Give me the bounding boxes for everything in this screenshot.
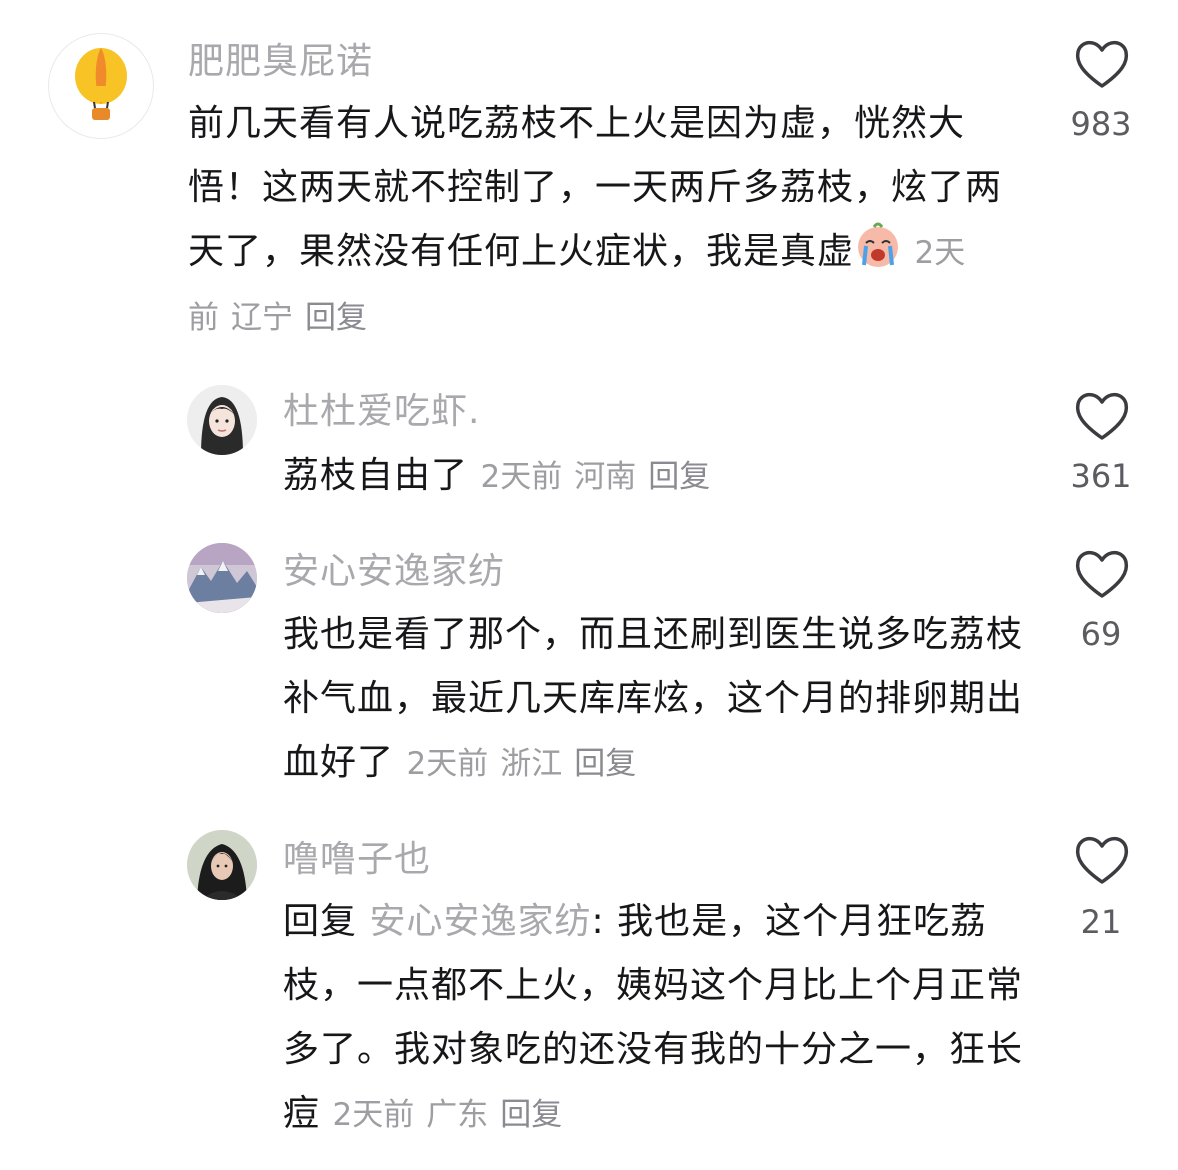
comment-meta: 2天前 浙江 回复 xyxy=(406,746,648,782)
comment-location: 辽宁 xyxy=(231,300,293,336)
heart-icon[interactable] xyxy=(1072,388,1132,444)
reply-button[interactable]: 回复 xyxy=(648,459,710,495)
avatar[interactable] xyxy=(187,830,257,900)
username[interactable]: 杜杜爱吃虾. xyxy=(283,392,480,432)
comment-time: 2天前 xyxy=(332,1097,415,1133)
reply-button[interactable]: 回复 xyxy=(574,746,636,782)
avatar[interactable] xyxy=(187,543,257,613)
heart-icon[interactable] xyxy=(1072,36,1132,92)
like-count: 361 xyxy=(1070,457,1132,495)
comment-text-block: 回复 安心安逸家纺: 我也是，这个月狂吃荔枝，一点都不上火，姨妈这个月比上个月正… xyxy=(283,890,1023,1147)
comment-location: 浙江 xyxy=(500,746,563,782)
comment-text-block: 前几天看有人说吃荔枝不上火是因为虚，恍然大悟！这两天就不控制了，一天两斤多荔枝，… xyxy=(188,92,1008,350)
username[interactable]: 安心安逸家纺 xyxy=(283,552,505,592)
crying-face-emoji xyxy=(858,222,899,267)
comment-text-block: 荔枝自由了 2天前 河南 回复 xyxy=(283,444,1043,509)
comment-meta: 2天前 河南 回复 xyxy=(480,459,722,495)
like-count: 983 xyxy=(1070,105,1132,143)
woman-portrait-avatar xyxy=(187,830,257,900)
reply-colon: : xyxy=(591,901,605,942)
reply-prefix: 回复 xyxy=(283,901,358,942)
reply-button[interactable]: 回复 xyxy=(500,1097,562,1133)
comment-text: 荔枝自由了 xyxy=(283,455,469,496)
comment-meta: 2天前 广东 回复 xyxy=(332,1097,574,1133)
avatar[interactable] xyxy=(187,385,257,455)
heart-icon[interactable] xyxy=(1072,832,1132,888)
comment-text-block: 我也是看了那个，而且还刷到医生说多吃荔枝补气血，最近几天库库炫，这个月的排卵期出… xyxy=(283,603,1023,796)
like-count: 69 xyxy=(1080,615,1122,653)
hot-air-balloon-icon xyxy=(75,48,127,120)
reply-button[interactable]: 回复 xyxy=(305,300,367,336)
comment-location: 广东 xyxy=(426,1097,489,1133)
mountain-landscape-avatar xyxy=(187,543,257,613)
username[interactable]: 肥肥臭屁诺 xyxy=(188,42,373,82)
heart-icon[interactable] xyxy=(1072,546,1132,602)
reply-target-username[interactable]: 安心安逸家纺 xyxy=(369,901,591,942)
comment-time: 2天前 xyxy=(406,746,489,782)
comment-text: 我也是看了那个，而且还刷到医生说多吃荔枝补气血，最近几天库库炫，这个月的排卵期出… xyxy=(283,614,1024,783)
avatar[interactable] xyxy=(48,33,154,139)
username[interactable]: 噜噜子也 xyxy=(283,840,431,880)
like-count: 21 xyxy=(1080,903,1122,941)
girl-portrait-avatar xyxy=(187,385,257,455)
comment-time: 2天前 xyxy=(480,459,563,495)
comment-location: 河南 xyxy=(574,459,637,495)
